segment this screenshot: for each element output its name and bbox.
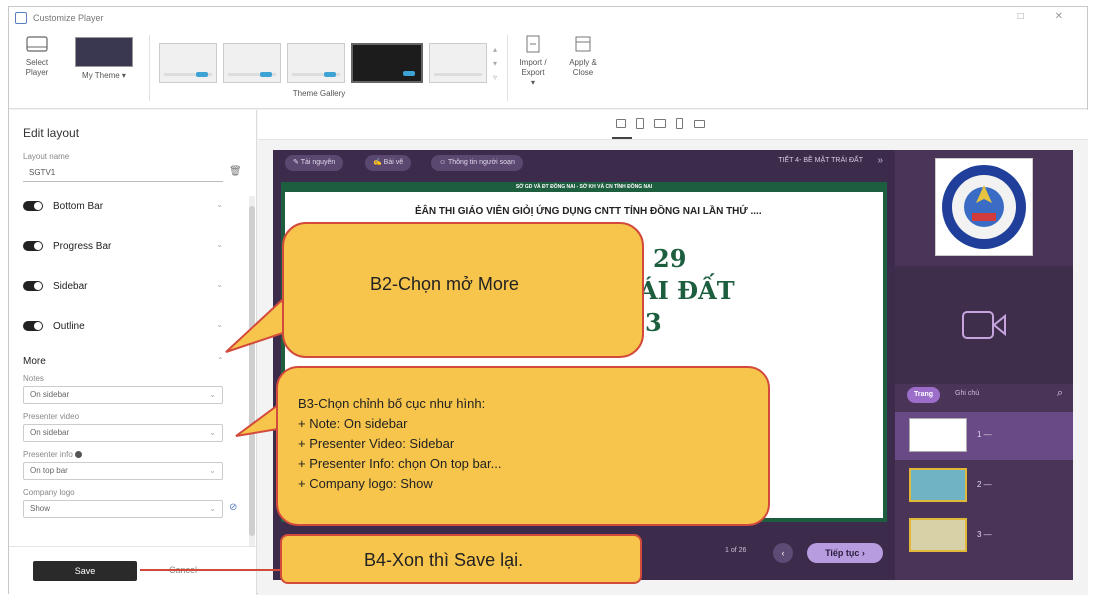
callout-b4: B4-Xon thì Save lại. (280, 534, 642, 584)
callout-b3-line: + Presenter Info: chọn On top bar... (298, 456, 502, 471)
callout-b3-line: + Presenter Video: Sidebar (298, 436, 455, 451)
callout-b2-text: B2-Chọn mở More (370, 274, 519, 294)
callout-b3-body: B3-Chọn chỉnh bố cục như hình: + Note: O… (298, 394, 501, 494)
callout-b4-text: B4-Xon thì Save lại. (364, 550, 524, 570)
callout-b2: B2-Chọn mở More (282, 222, 644, 358)
callout-b3-line: + Company logo: Show (298, 476, 433, 491)
callout-b3-title: B3-Chọn chỉnh bố cục như hình: (298, 396, 486, 411)
callout-b3: B3-Chọn chỉnh bố cục như hình: + Note: O… (276, 366, 770, 526)
callout-b3-line: + Note: On sidebar (298, 416, 408, 431)
